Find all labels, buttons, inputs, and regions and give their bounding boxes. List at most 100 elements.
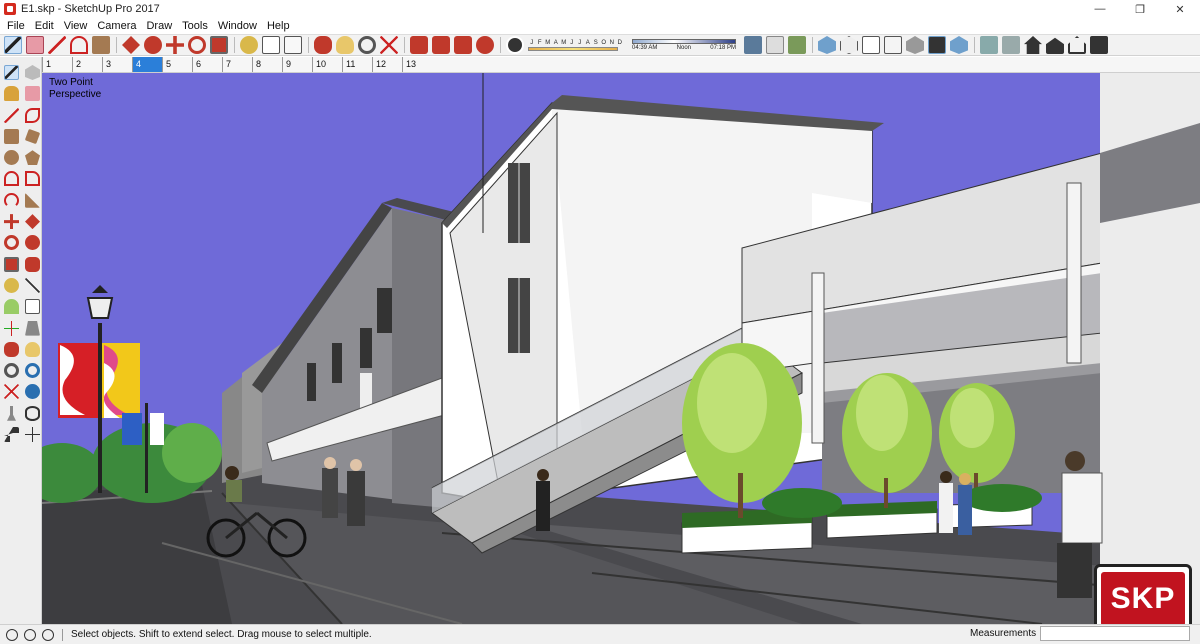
move-tool-icon[interactable] bbox=[4, 214, 19, 230]
text-tool-icon[interactable] bbox=[25, 299, 40, 315]
dimension-tool-icon[interactable] bbox=[25, 277, 40, 293]
zoom-extents-icon[interactable] bbox=[4, 384, 19, 400]
arc-tool-icon[interactable] bbox=[70, 36, 88, 54]
instructor-icon[interactable] bbox=[42, 628, 54, 641]
rotate-tool-icon[interactable] bbox=[188, 36, 206, 54]
section-plane-icon[interactable] bbox=[25, 427, 40, 443]
follow-me-icon[interactable] bbox=[144, 36, 162, 54]
wireframe-style-icon[interactable] bbox=[862, 36, 880, 54]
menu-draw[interactable]: Draw bbox=[143, 20, 175, 32]
shadows-toggle-icon[interactable] bbox=[506, 36, 524, 54]
scene-tab-2[interactable]: 2 bbox=[72, 57, 102, 72]
scene-tab-4[interactable]: 4 bbox=[132, 57, 162, 72]
orbit-tool-icon[interactable] bbox=[314, 36, 332, 54]
top-view-icon[interactable] bbox=[1002, 36, 1020, 54]
minimize-button[interactable]: — bbox=[1080, 0, 1120, 18]
rectangle-tool-icon[interactable] bbox=[4, 128, 19, 144]
shaded-textures-style-icon[interactable] bbox=[928, 36, 946, 54]
right-view-icon[interactable] bbox=[1046, 37, 1064, 54]
scene-tab-10[interactable]: 10 bbox=[312, 57, 342, 72]
shadow-month-slider[interactable]: J F M A M J J A S O N D bbox=[528, 40, 624, 51]
zoom-extents-icon[interactable] bbox=[380, 36, 398, 54]
menu-help[interactable]: Help bbox=[264, 20, 293, 32]
walk-tool-icon[interactable] bbox=[4, 427, 19, 443]
line-tool-icon[interactable] bbox=[48, 36, 66, 54]
eraser-tool-icon[interactable] bbox=[26, 36, 44, 54]
menu-camera[interactable]: Camera bbox=[94, 20, 139, 32]
scene-tab-12[interactable]: 12 bbox=[372, 57, 402, 72]
scene-tab-6[interactable]: 6 bbox=[192, 57, 222, 72]
offset-tool-icon[interactable] bbox=[25, 256, 40, 272]
shape-tool-icon[interactable] bbox=[92, 36, 110, 54]
rotate-tool-icon[interactable] bbox=[4, 235, 19, 251]
push-pull-icon[interactable] bbox=[122, 36, 140, 54]
orbit-tool-icon[interactable] bbox=[4, 341, 19, 357]
photo-textures-icon[interactable] bbox=[788, 36, 806, 54]
hidden-line-style-icon[interactable] bbox=[884, 36, 902, 54]
zoom-tool-icon[interactable] bbox=[4, 363, 19, 379]
position-camera-icon[interactable] bbox=[7, 405, 16, 421]
look-around-icon[interactable] bbox=[25, 405, 40, 421]
scene-tab-3[interactable]: 3 bbox=[102, 57, 132, 72]
scene-tab-1[interactable]: 1 bbox=[42, 57, 72, 72]
zoom-window-icon[interactable] bbox=[25, 363, 40, 379]
pan-tool-icon[interactable] bbox=[25, 341, 40, 357]
3d-text-icon[interactable] bbox=[25, 320, 40, 336]
select-tool-icon[interactable] bbox=[4, 65, 19, 80]
toggle-terrain-icon[interactable] bbox=[766, 36, 784, 54]
iso-view-icon[interactable] bbox=[980, 36, 998, 54]
scale-tool-icon[interactable] bbox=[210, 36, 228, 54]
text-tool-icon[interactable] bbox=[284, 36, 302, 54]
scene-tab-8[interactable]: 8 bbox=[252, 57, 282, 72]
shadow-time-slider[interactable]: 04:39 AM Noon 07:18 PM bbox=[632, 39, 736, 51]
credits-icon[interactable] bbox=[24, 628, 36, 641]
month-slider-track[interactable] bbox=[528, 46, 618, 51]
axes-tool-icon[interactable] bbox=[4, 320, 19, 336]
move-tool-icon[interactable] bbox=[166, 36, 184, 54]
polygon-tool-icon[interactable] bbox=[25, 150, 40, 166]
add-location-icon[interactable] bbox=[744, 36, 762, 54]
menu-file[interactable]: File bbox=[4, 20, 28, 32]
scene-tab-9[interactable]: 9 bbox=[282, 57, 312, 72]
menu-tools[interactable]: Tools bbox=[179, 20, 211, 32]
eraser-tool-icon[interactable] bbox=[25, 86, 40, 102]
tape-measure-icon[interactable] bbox=[4, 277, 19, 293]
push-pull-icon[interactable] bbox=[25, 214, 40, 230]
maximize-button[interactable]: ❐ bbox=[1120, 0, 1160, 18]
menu-window[interactable]: Window bbox=[215, 20, 260, 32]
scale-tool-icon[interactable] bbox=[4, 256, 19, 272]
circle-tool-icon[interactable] bbox=[4, 150, 19, 166]
preview-model-icon[interactable] bbox=[476, 36, 494, 54]
three-point-arc-icon[interactable] bbox=[4, 192, 19, 208]
paint-bucket-icon[interactable] bbox=[4, 86, 19, 102]
dimension-tool-icon[interactable] bbox=[262, 36, 280, 54]
measurements-input[interactable] bbox=[1040, 626, 1190, 641]
xray-style-icon[interactable] bbox=[818, 36, 836, 54]
warehouse-icon[interactable] bbox=[410, 36, 428, 54]
shaded-style-icon[interactable] bbox=[906, 36, 924, 54]
model-viewport[interactable]: Two Point Perspective SKP bbox=[42, 73, 1200, 624]
front-view-icon[interactable] bbox=[1024, 36, 1042, 54]
extension-warehouse-icon[interactable] bbox=[454, 36, 472, 54]
freehand-tool-icon[interactable] bbox=[25, 107, 40, 123]
geolocation-icon[interactable] bbox=[6, 628, 18, 641]
left-view-icon[interactable] bbox=[1090, 36, 1108, 54]
two-point-arc-icon[interactable] bbox=[25, 171, 40, 187]
menu-view[interactable]: View bbox=[61, 20, 91, 32]
scene-tab-11[interactable]: 11 bbox=[342, 57, 372, 72]
back-edges-style-icon[interactable] bbox=[840, 36, 858, 54]
back-view-icon[interactable] bbox=[1068, 36, 1086, 54]
scene-tab-7[interactable]: 7 bbox=[222, 57, 252, 72]
arc-tool-icon[interactable] bbox=[4, 171, 19, 187]
previous-view-icon[interactable] bbox=[25, 384, 40, 400]
zoom-tool-icon[interactable] bbox=[358, 36, 376, 54]
rotated-rectangle-icon[interactable] bbox=[24, 128, 41, 145]
share-model-icon[interactable] bbox=[432, 36, 450, 54]
scene-tab-5[interactable]: 5 bbox=[162, 57, 192, 72]
protractor-icon[interactable] bbox=[4, 299, 19, 315]
tape-measure-icon[interactable] bbox=[240, 36, 258, 54]
close-button[interactable]: ✕ bbox=[1160, 0, 1200, 18]
pan-tool-icon[interactable] bbox=[336, 36, 354, 54]
menu-edit[interactable]: Edit bbox=[32, 20, 57, 32]
select-tool-icon[interactable] bbox=[4, 36, 22, 54]
